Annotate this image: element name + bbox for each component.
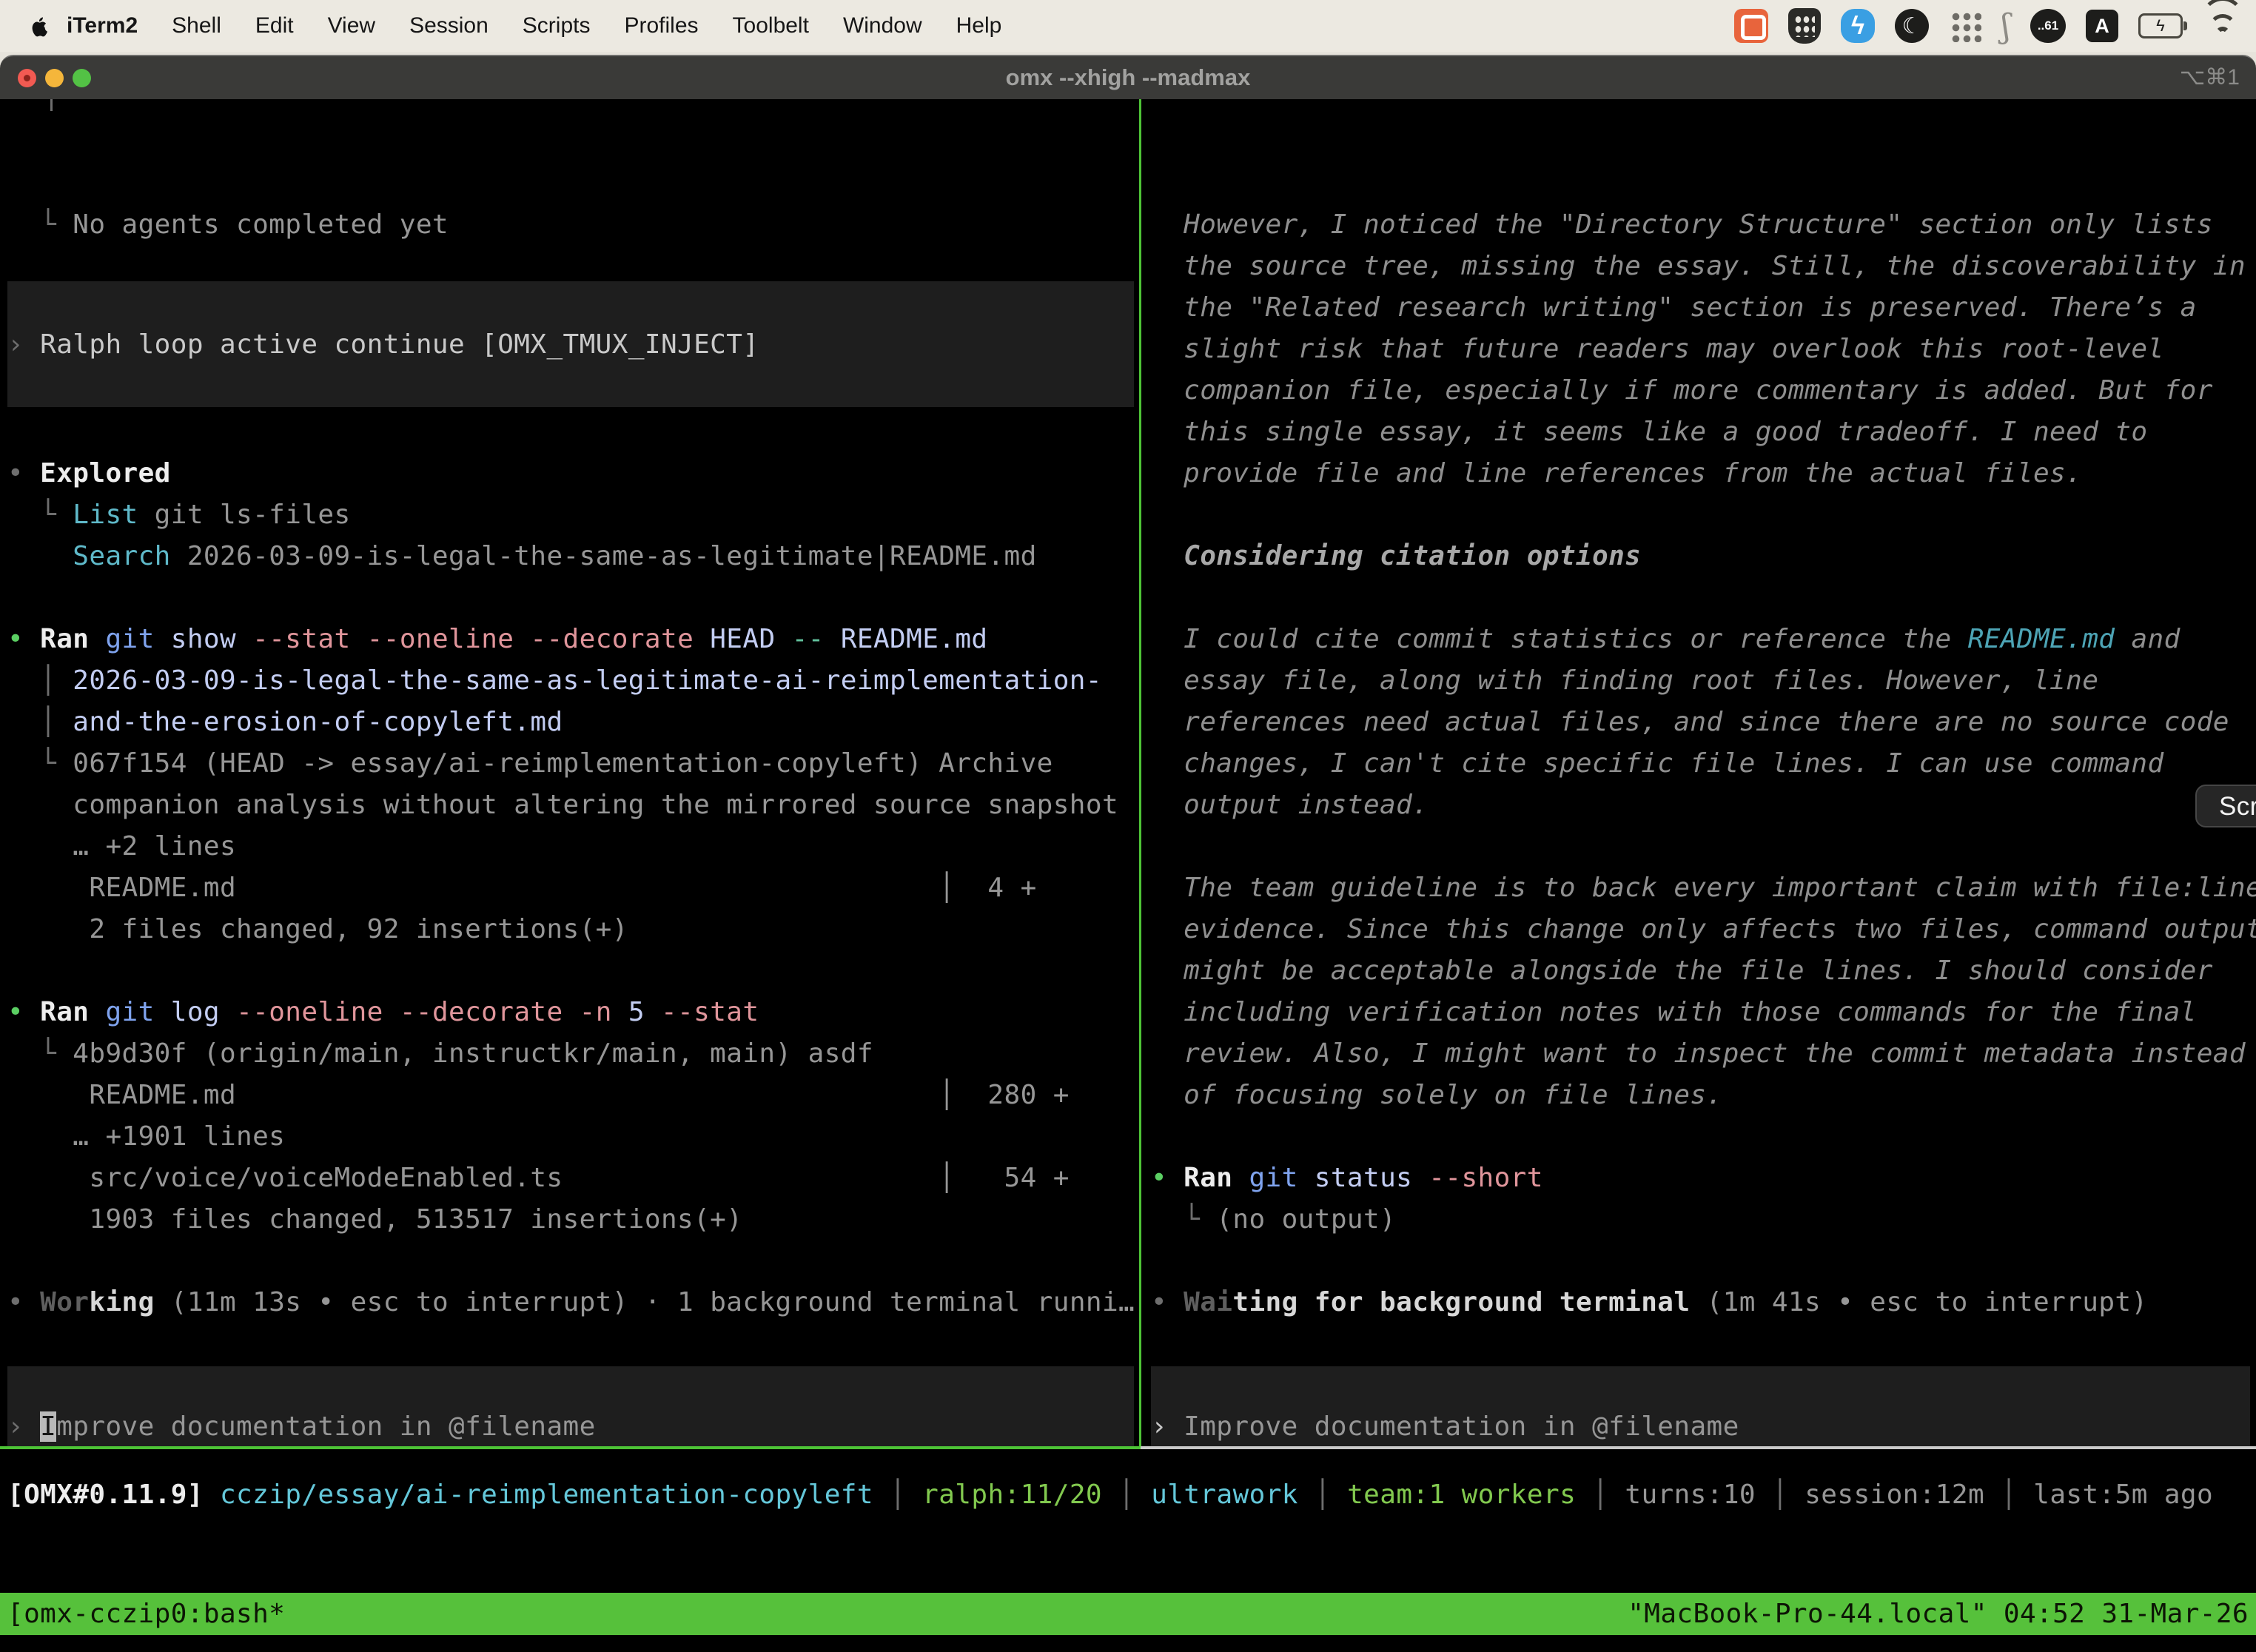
menu-item-profiles[interactable]: Profiles (607, 13, 715, 38)
terminal-line: • Ran git status --short (1151, 1158, 1543, 1199)
terminal-line: └ (no output) (1151, 1199, 1396, 1240)
terminal-line: │ 2026-03-09-is-legal-the-same-as-legiti… (7, 660, 1102, 702)
wifi-icon[interactable] (2203, 10, 2243, 41)
terminal-line: • Explored (7, 453, 171, 494)
terminal-line: └ No agents completed yet (7, 204, 449, 246)
screen-share-overlay-button[interactable]: Scre (2195, 785, 2256, 827)
terminal-line: review. Also, I might want to inspect th… (1151, 1033, 2246, 1075)
text-cursor: I (40, 1411, 56, 1442)
terminal-line: companion file, especially if more comme… (1151, 370, 2213, 412)
terminal-line: changes, I can't cite specific file line… (1151, 743, 2164, 785)
menu-item-shell[interactable]: Shell (155, 13, 238, 38)
terminal-line: src/voice/voiceModeEnabled.ts │ 54 + (7, 1158, 1070, 1199)
window-title: omx --xhigh --madmax (0, 56, 2256, 101)
terminal-line: └ 4b9d30f (origin/main, instructkr/main,… (7, 1033, 873, 1075)
menu-status-icons: ϟ ☾ ʃ ..61 Aϟ (1734, 0, 2243, 52)
terminal-line: › Ralph loop active continue [OMX_TMUX_I… (7, 324, 759, 366)
dots-icon[interactable] (1949, 10, 1981, 42)
right-pane[interactable]: However, I noticed the "Directory Struct… (1151, 99, 2256, 1448)
menu-item-iterm2[interactable]: iTerm2 (50, 13, 155, 38)
menu-item-view[interactable]: View (311, 13, 392, 38)
terminal-line: • Working (11m 13s • esc to interrupt) ·… (7, 1282, 1135, 1323)
terminal-line: › Improve documentation in @filename (7, 1406, 596, 1448)
menu-bar: iTerm2ShellEditViewSessionScriptsProfile… (0, 0, 2256, 52)
menu-item-scripts[interactable]: Scripts (506, 13, 608, 38)
terminal-line: The team guideline is to back every impo… (1151, 867, 2256, 909)
pane-divider (1139, 99, 1141, 1448)
terminal-line: • Ran git show --stat --oneline --decora… (7, 619, 988, 660)
terminal-line: 1903 files changed, 513517 insertions(+) (7, 1199, 742, 1240)
apple-icon[interactable] (30, 15, 50, 38)
tmux-session-label: [omx-cczip0:bash* (7, 1593, 285, 1635)
clef-icon[interactable]: ʃ (2001, 7, 2010, 45)
inputsrc-icon[interactable]: A (2086, 10, 2118, 42)
terminal-line: Considering citation options (1151, 536, 1641, 577)
terminal-line: of focusing solely on file lines. (1151, 1075, 1723, 1116)
terminal-line: might be acceptable alongside the file l… (1151, 950, 2213, 992)
badge-icon[interactable]: ..61 (2030, 9, 2066, 43)
terminal-line: • Waiting for background terminal (1m 41… (1151, 1282, 2148, 1323)
tree-guide (50, 99, 53, 111)
terminal-line: output instead. (1151, 785, 1429, 826)
battery-icon[interactable]: ϟ (2138, 13, 2183, 38)
window-titlebar: omx --xhigh --madmax ⌥⌘1 (0, 55, 2256, 99)
omx-status-line: [OMX#0.11.9] cczip/essay/ai-reimplementa… (7, 1474, 2213, 1516)
menu-items: iTerm2ShellEditViewSessionScriptsProfile… (50, 13, 1018, 38)
terminal-line: └ List git ls-files (7, 494, 351, 536)
menu-item-help[interactable]: Help (939, 13, 1019, 38)
terminal-line: However, I noticed the "Directory Struct… (1151, 204, 2213, 246)
terminal-line: • Ran git log --oneline --decorate -n 5 … (7, 992, 759, 1033)
terminal-line: including verification notes with those … (1151, 992, 2197, 1033)
window-shortcut-badge: ⌥⌘1 (2180, 56, 2240, 101)
terminal-line: the "Related research writing" section i… (1151, 287, 2197, 329)
menu-item-edit[interactable]: Edit (238, 13, 311, 38)
terminal-line: Search 2026-03-09-is-legal-the-same-as-l… (7, 536, 1037, 577)
terminal-line: evidence. Since this change only affects… (1151, 909, 2256, 950)
terminal-line: slight risk that future readers may over… (1151, 329, 2164, 370)
terminal-line: provide file and line references from th… (1151, 453, 2082, 494)
terminal-line: 2 files changed, 92 insertions(+) (7, 909, 628, 950)
terminal-line: this single essay, it seems like a good … (1151, 412, 2148, 453)
titlebar-strip: omx --xhigh --madmax ⌥⌘1 (0, 52, 2256, 99)
menu-item-window[interactable]: Window (826, 13, 939, 38)
terminal[interactable]: └ No agents completed yet › Ralph loop ac… (0, 99, 2256, 1652)
terminal-line: essay file, along with finding root file… (1151, 660, 2098, 702)
terminal-line: README.md │ 280 + (7, 1075, 1070, 1116)
terminal-line: I could cite commit statistics or refere… (1151, 619, 2181, 660)
menu-item-session[interactable]: Session (392, 13, 506, 38)
chat-icon[interactable] (1734, 9, 1768, 43)
screen: { "menu_bar": { "items": ["iTerm2","Shel… (0, 0, 2256, 1652)
tmux-status-bar: [omx-cczip0:bash* "MacBook-Pro-44.local"… (0, 1593, 2256, 1635)
terminal-line: └ 067f154 (HEAD -> essay/ai-reimplementa… (7, 743, 1053, 785)
terminal-line: README.md │ 4 + (7, 867, 1037, 909)
recorder-icon[interactable]: ☾ (1895, 9, 1929, 43)
right-pane-bottom-border (1141, 1446, 2256, 1449)
terminal-line: companion analysis without altering the … (7, 785, 1118, 826)
shield-icon[interactable] (1788, 8, 1821, 44)
menu-item-toolbelt[interactable]: Toolbelt (716, 13, 826, 38)
terminal-line: references need actual files, and since … (1151, 702, 2229, 743)
terminal-line: … +2 lines (7, 826, 236, 867)
lightning-icon[interactable]: ϟ (1841, 9, 1875, 43)
terminal-line: the source tree, missing the essay. Stil… (1151, 246, 2246, 287)
left-pane[interactable]: └ No agents completed yet › Ralph loop ac… (7, 99, 1140, 1448)
tmux-host-clock: "MacBook-Pro-44.local" 04:52 31-Mar-26 (1628, 1593, 2249, 1635)
left-pane-bottom-border (0, 1446, 1141, 1449)
terminal-line: › Improve documentation in @filename (1151, 1406, 1739, 1448)
terminal-line: … +1901 lines (7, 1116, 285, 1158)
terminal-line: │ and-the-erosion-of-copyleft.md (7, 702, 563, 743)
